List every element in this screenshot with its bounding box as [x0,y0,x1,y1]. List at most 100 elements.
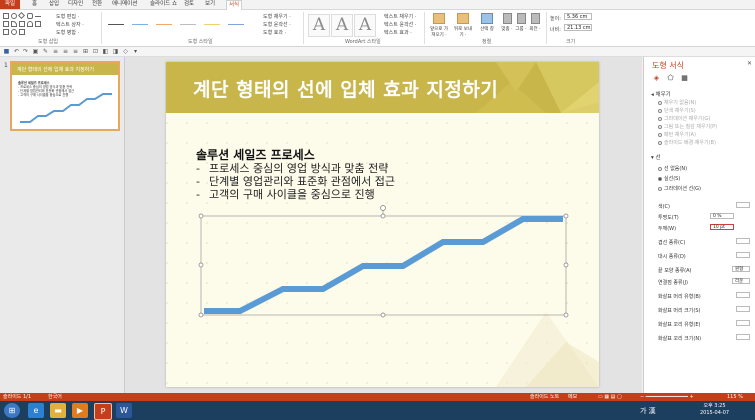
tab-transitions[interactable]: 전환 [90,0,104,9]
shape-outline-button[interactable]: 도형 윤곽선 · [263,21,291,29]
style-sample-dark[interactable] [108,24,124,25]
save-icon[interactable]: ■ [3,48,10,55]
word-icon[interactable]: W [116,403,132,418]
internet-explorer-icon[interactable]: e [28,403,44,418]
tab-format[interactable]: 서식 [226,0,243,10]
redo-icon[interactable]: ↷ [22,48,29,55]
selection-pane-button[interactable]: 선택 창 [476,12,498,37]
zoom-slider[interactable]: − ━━━━━━━━━━━━━━ + [640,393,694,401]
style-sample-blue[interactable] [132,24,148,25]
tab-design[interactable]: 디자인 [66,0,85,9]
group-button[interactable]: 그룹 · [514,12,528,37]
line-option-solid[interactable]: 실선(S) [658,175,680,182]
close-icon[interactable]: ✕ [747,60,752,67]
callout-shape-icon[interactable] [3,29,9,35]
snip-shape-icon[interactable] [11,21,17,27]
line-shape-icon[interactable] [35,16,41,17]
send-back-icon[interactable]: ◨ [112,48,119,55]
transparency-input[interactable]: 0 % [710,213,734,219]
notes-button[interactable]: 슬라이드 노트 [530,393,559,401]
zoom-level[interactable]: 115 % [727,393,743,401]
fill-option[interactable]: 채우기 없음(N) [658,99,696,106]
style-sample-lightblue[interactable] [228,24,244,25]
shape-styles-gallery[interactable] [104,14,254,36]
slide[interactable]: 계단 형태의 선에 입체 효과 지정하기 솔루션 세일즈 프로세스 - 프로세스 … [166,62,599,387]
merge-shapes-button[interactable]: 도형 병합 · [56,29,84,37]
tab-view[interactable]: 보기 [203,0,217,9]
effects-icon[interactable]: ⬠ [666,74,675,83]
line-option-none[interactable]: 선 없음(N) [658,165,687,172]
wordart-style-2[interactable]: A [331,14,353,37]
tab-review[interactable]: 검토 [182,0,196,9]
begin-arrow-size-dropdown[interactable] [736,306,750,312]
customize-qat-icon[interactable]: ▾ [132,48,139,55]
fill-option[interactable]: 단색 채우기(S) [658,107,696,114]
size-properties-icon[interactable]: ▦ [680,74,689,83]
arc-shape-icon[interactable] [27,21,33,27]
tab-animations[interactable]: 애니메이션 [110,0,139,9]
join-type-dropdown[interactable]: 라운 [732,278,750,284]
shape-effects-button[interactable]: 도형 효과 · [263,29,291,37]
style-sample-gray[interactable] [180,24,196,25]
rectangle-shape-icon[interactable] [3,13,9,19]
fill-option[interactable]: 슬라이드 배경 채우기(B) [658,139,716,146]
align-button[interactable]: 맞춤 · [500,12,514,37]
style-sample-gold[interactable] [204,24,220,25]
wordart-style-1[interactable]: A [308,14,330,37]
line-section-toggle[interactable]: ▾ 선 [651,153,661,161]
align-right-icon[interactable]: ≡ [72,48,79,55]
end-arrow-type-dropdown[interactable] [736,320,750,326]
language-status[interactable]: 한국어 [48,393,62,401]
cap-type-dropdown[interactable]: 원형 [732,266,750,272]
group-objects-icon[interactable]: ⊡ [92,48,99,55]
line-option-gradient[interactable]: 그라데이션 선(G) [658,185,701,192]
fill-option[interactable]: 그림 또는 질감 채우기(P) [658,123,717,130]
tab-insert[interactable]: 삽입 [47,0,61,9]
line-width-input[interactable]: 10 pt [710,224,734,230]
width-spinner[interactable]: 21.13 cm [564,24,592,31]
text-box-button[interactable]: 텍스트 상자 · [56,21,84,29]
file-explorer-icon[interactable]: ▬ [50,403,66,418]
undo-icon[interactable]: ↶ [13,48,20,55]
powerpoint-icon[interactable]: P [94,403,112,420]
end-arrow-size-dropdown[interactable] [736,334,750,340]
media-player-icon[interactable]: ▶ [72,403,88,418]
ime-indicator[interactable]: 가 漢 [640,406,656,416]
send-backward-button[interactable]: 뒤로 보내기 · [452,12,474,38]
rounded-rect-shape-icon[interactable] [27,13,33,19]
tab-slideshow[interactable]: 슬라이드 쇼 [148,0,179,9]
text-effects-button[interactable]: 텍스트 효과 · [384,29,416,37]
style-sample-orange[interactable] [156,24,172,25]
tab-file[interactable]: 파일 [0,0,21,9]
rotate-button[interactable]: 회전 · [528,12,542,37]
align-center-icon[interactable]: ≡ [62,48,69,55]
compound-type-dropdown[interactable] [736,238,750,244]
line-color-picker[interactable] [736,202,750,208]
wordart-style-3[interactable]: A [354,14,376,37]
system-clock[interactable]: 오후 3:25 2015-04-07 [700,403,729,417]
bring-forward-button[interactable]: 앞으로 가져오기 · [428,12,450,38]
star-shape-icon[interactable] [35,21,41,27]
text-outline-button[interactable]: 텍스트 윤곽선 · [384,21,416,29]
fill-line-icon[interactable]: ◈ [652,74,661,83]
fill-option[interactable]: 그라데이션 채우기(G) [658,115,710,122]
distribute-icon[interactable]: ⊞ [82,48,89,55]
fill-section-toggle[interactable]: ◂ 채우기 [651,90,671,98]
edit-shape-button[interactable]: 도형 편집 · [56,13,84,21]
new-slide-icon[interactable]: ▣ [32,48,39,55]
diamond-shape-icon[interactable] [17,11,26,20]
height-spinner[interactable]: 5.36 cm [564,13,592,20]
text-fill-button[interactable]: 텍스트 채우기 · [384,13,416,21]
view-buttons[interactable]: ▭ ▦ ▤ ▢ [598,393,622,401]
comments-button[interactable]: 메모 [568,393,577,401]
start-button-icon[interactable]: ⊞ [4,403,20,418]
frame-shape-icon[interactable] [19,29,25,35]
dash-type-dropdown[interactable] [736,252,750,258]
circle-shape-icon[interactable] [11,29,17,35]
insert-shape-icon[interactable]: ◇ [122,48,129,55]
align-left-icon[interactable]: ≡ [52,48,59,55]
slide-thumbnail[interactable]: 계단 형태의 선에 입체 효과 지정하기 솔루션 세일즈 프로세스 - 프로세스… [10,61,120,131]
tab-home[interactable]: 홈 [30,0,39,9]
arrow-shape-icon[interactable] [19,21,25,27]
format-painter-icon[interactable]: ✎ [42,48,49,55]
